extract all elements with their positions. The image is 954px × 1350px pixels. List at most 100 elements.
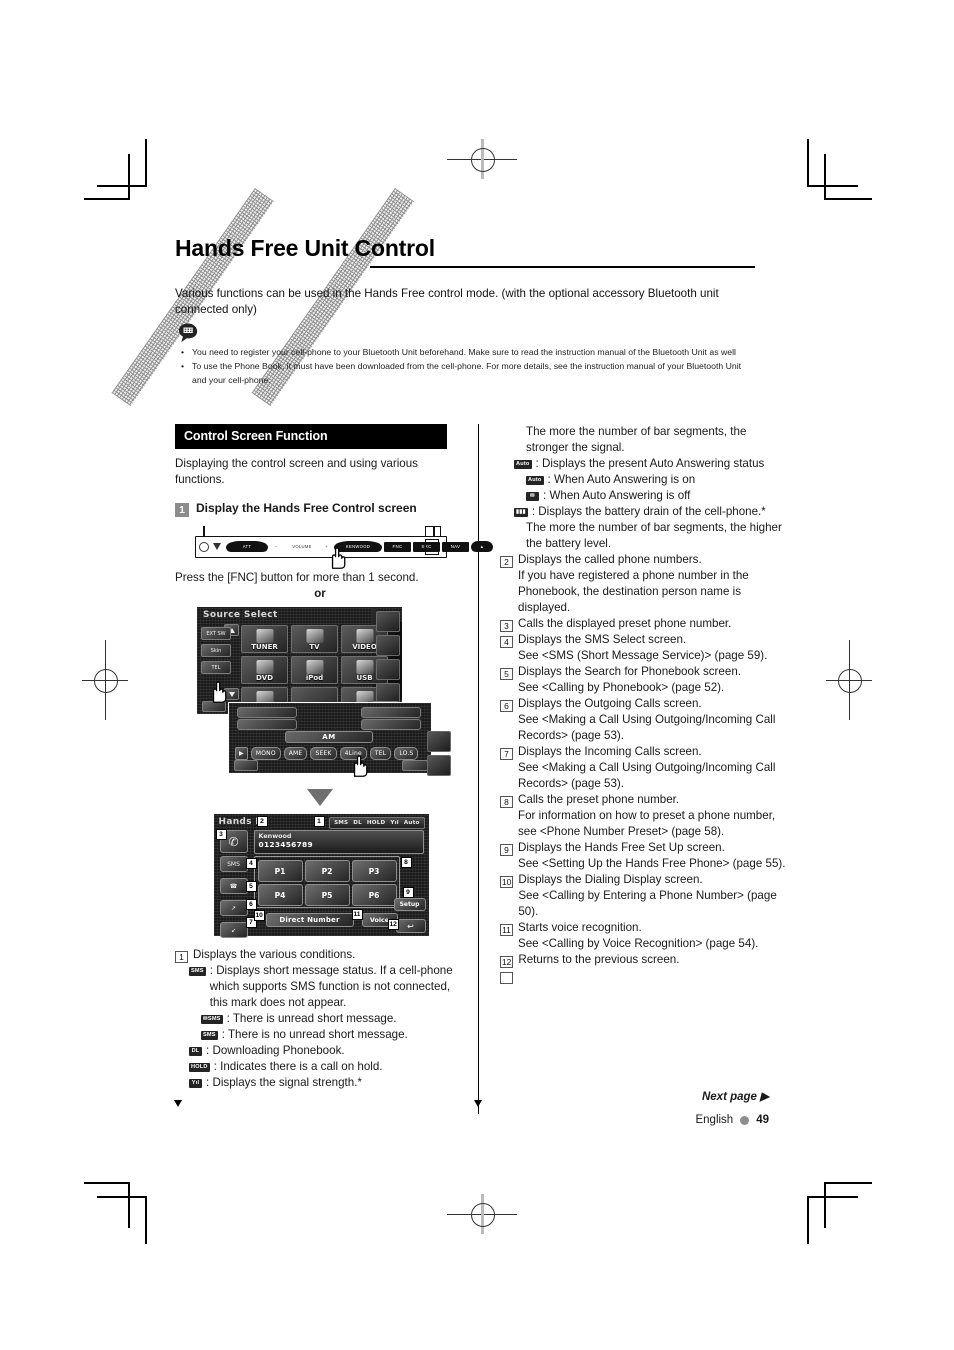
tuner-band-button[interactable]: AM [285,731,373,743]
outgoing-calls-button[interactable]: ↗ [219,900,248,916]
faceplate-open-button[interactable]: ▲ [471,541,493,552]
tuner-rail-icon-1[interactable] [427,731,451,752]
crop-mark-tl-v2 [145,139,147,187]
step-label: Display the Hands Free Control screen [196,501,417,515]
item-text: Starts voice recognition. See <Calling b… [518,920,790,952]
page-number: 49 [756,1114,769,1126]
rail-icon-3[interactable] [376,659,400,680]
skin-button[interactable]: Skin [201,644,231,657]
notes-list: You need to register your cell-phone to … [181,346,751,388]
callout-2: 2 [256,816,268,827]
ipod-icon [306,660,323,674]
preset-button[interactable]: P5 [304,884,350,906]
registration-mark-top [447,139,517,179]
item-number [500,972,513,984]
left-function-buttons: SMS ☎ ↗ ↙ [219,856,248,938]
preset-button[interactable]: P4 [257,884,303,906]
preset-button[interactable]: P1 [257,860,303,882]
usb-icon [356,660,373,674]
column-flow-arrow-left [174,1100,182,1107]
sms-select-button[interactable]: SMS [219,856,248,872]
item-line: Displays the Hands Free Set Up screen. [518,841,725,854]
list-item: 9 Displays the Hands Free Set Up screen.… [500,840,790,872]
tel-button[interactable]: TEL [201,661,231,674]
item-text: Displays the Hands Free Set Up screen. S… [518,840,790,872]
tuner-preset-4[interactable] [361,719,421,730]
faceplate-att-button[interactable]: ATT [226,541,268,552]
tuner-preset-3[interactable] [237,719,297,730]
tuner-preset-2[interactable] [361,707,421,718]
ext-sw-button[interactable]: EXT SW [201,627,231,640]
item-text: Displays the Incoming Calls screen. See … [518,744,790,792]
rail-icon-2[interactable] [376,635,400,656]
item-line: For information on how to preset a phone… [518,809,776,838]
preset-button[interactable]: P6 [351,884,397,906]
tuner-next-button[interactable]: ▶ [235,747,248,760]
crop-mark-tr-v [824,154,826,200]
tuner-seek-button[interactable]: SEEK [310,747,337,760]
list-item: 3 Calls the displayed preset phone numbe… [500,616,790,632]
rail-icon-1[interactable] [376,611,400,632]
faceplate-caption: Press the [FNC] button for more than 1 s… [175,571,419,584]
item-text: Displays the Outgoing Calls screen. See … [518,696,790,744]
list-item: 11 Starts voice recognition. See <Callin… [500,920,790,952]
source-tv-button[interactable]: TV [291,625,338,653]
preset-button[interactable]: P3 [351,860,397,882]
tuner-scroll-up[interactable] [402,760,428,771]
faceplate-nav-button[interactable]: NAV [442,541,469,552]
source-tuner-button[interactable]: TUNER [241,625,288,653]
sub-item-text: : There is unread short message. [226,1012,397,1025]
faceplate-volume-minus[interactable]: − [270,541,283,552]
source-label: iPod [305,674,324,682]
setup-button[interactable]: Setup [393,898,426,911]
head-unit-faceplate-illustration: ATT − VOLUME + KENWOOD FNC SRC NAV ▲ [195,526,493,569]
tuner-rail-icon-2[interactable] [427,755,451,776]
item-number: 5 [500,668,513,680]
item-number: 8 [500,796,513,808]
sub-item: ▮▮▮ : Displays the battery drain of the … [514,504,790,520]
tuner-scroll-down[interactable] [234,760,258,771]
step-1: 1 Display the Hands Free Control screen [175,501,465,517]
page-title: Hands Free Unit Control [175,235,435,261]
list-item: 2 Displays the called phone numbers. If … [500,552,790,616]
faceplate-fnc-button[interactable]: FNC [384,541,411,552]
left-description-list: 1 Displays the various conditions. SMS :… [175,947,465,1091]
tuner-ame-button[interactable]: AME [283,747,308,760]
source-side-buttons: EXT SW Skin TEL [201,627,231,674]
tv-icon [306,629,323,643]
pointing-hand-icon-tel [204,678,230,704]
item-line: See <Calling by Entering a Phone Number>… [518,889,777,918]
crop-mark-tr-h2 [808,185,858,187]
note-item: You need to register your cell-phone to … [192,346,751,359]
direct-number-button[interactable]: Direct Number [265,913,354,927]
crop-mark-br-h2 [808,1196,858,1198]
tuner-los-button[interactable]: LO.S [394,747,419,760]
tuner-mono-button[interactable]: MONO [250,747,281,760]
crop-mark-bl-v [128,1182,130,1228]
list-item: 5 Displays the Search for Phonebook scre… [500,664,790,696]
incoming-calls-button[interactable]: ↙ [219,922,248,938]
preset-button[interactable]: P2 [304,860,350,882]
phonebook-button[interactable]: ☎ [219,878,248,894]
hands-free-screen-illustration: Hands Fr SMS DL HOLD Yıl Auto ✆ Kenwood … [212,813,430,938]
source-dvd-button[interactable]: DVD [241,656,288,684]
dl-status-icon: DL [353,820,362,826]
callout-5: 5 [245,881,257,892]
tuner-preset-1[interactable] [237,707,297,718]
sms-status-icon: SMS [334,820,349,826]
battery-glyph-icon: ▮▮▮ [514,508,528,517]
note-item: To use the Phone Book, it must have been… [192,360,751,387]
dl-glyph-icon: DL [189,1047,202,1056]
column-divider [478,424,479,1114]
next-page-link[interactable]: Next page ▶ [702,1089,769,1103]
sub-item: ✉ : When Auto Answering is off [526,488,790,504]
signal-strength-icon: Yıl [390,820,399,826]
crop-mark-br-h [826,1182,872,1184]
preset-panel: P1 P2 P3 P4 P5 P6 [253,856,400,908]
source-ipod-button[interactable]: iPod [291,656,338,684]
item-number: 3 [500,620,513,632]
return-button[interactable]: ↩ [395,919,426,933]
tuner-tel-button[interactable]: TEL [369,747,392,760]
item-line: Displays the SMS Select screen. [518,633,687,646]
sub-item-text: : When Auto Answering is off [543,489,691,502]
